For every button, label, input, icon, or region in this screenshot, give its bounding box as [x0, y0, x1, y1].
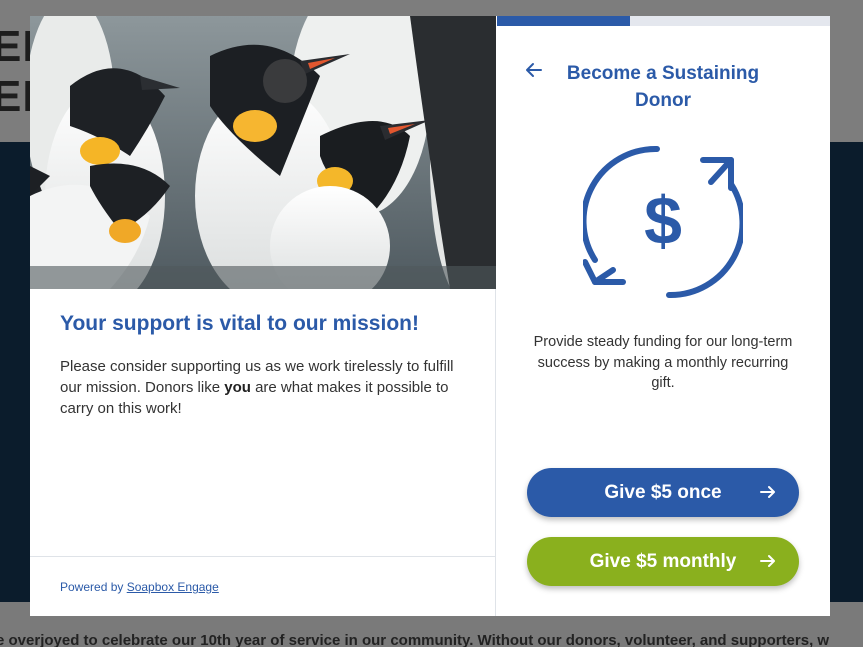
background-ticker-text: e overjoyed to celebrate our 10th year o… [0, 632, 830, 647]
recurring-dollar-icon: $ [580, 142, 746, 307]
give-once-button[interactable]: Give $5 once [527, 468, 799, 517]
step-progress-fill [497, 16, 631, 26]
modal-footer: Powered by Soapbox Engage [30, 556, 496, 616]
penguins-photo [30, 16, 496, 289]
sustaining-donor-heading: Become a Sustaining Donor [566, 63, 760, 111]
powered-by: Powered by Soapbox Engage [60, 580, 219, 594]
sustaining-description: Provide steady funding for our long-term… [533, 334, 793, 391]
support-message: Please consider supporting us as we work… [60, 358, 454, 417]
donation-modal: Your support is vital to our mission! Pl… [30, 16, 830, 616]
support-heading: Your support is vital to our mission! [60, 312, 419, 335]
step-progress-bar [497, 16, 830, 26]
arrow-left-icon [526, 63, 542, 77]
back-button[interactable] [523, 59, 547, 81]
modal-left-panel: Your support is vital to our mission! Pl… [30, 16, 496, 616]
modal-right-panel: Become a Sustaining Donor $ Provide stea… [497, 16, 830, 616]
give-monthly-button[interactable]: Give $5 monthly [527, 537, 799, 586]
arrow-right-icon [760, 555, 775, 567]
penguins-image [30, 16, 496, 289]
svg-text:$: $ [644, 183, 682, 259]
soapbox-engage-link[interactable]: Soapbox Engage [127, 580, 219, 594]
arrow-right-icon [760, 486, 775, 498]
